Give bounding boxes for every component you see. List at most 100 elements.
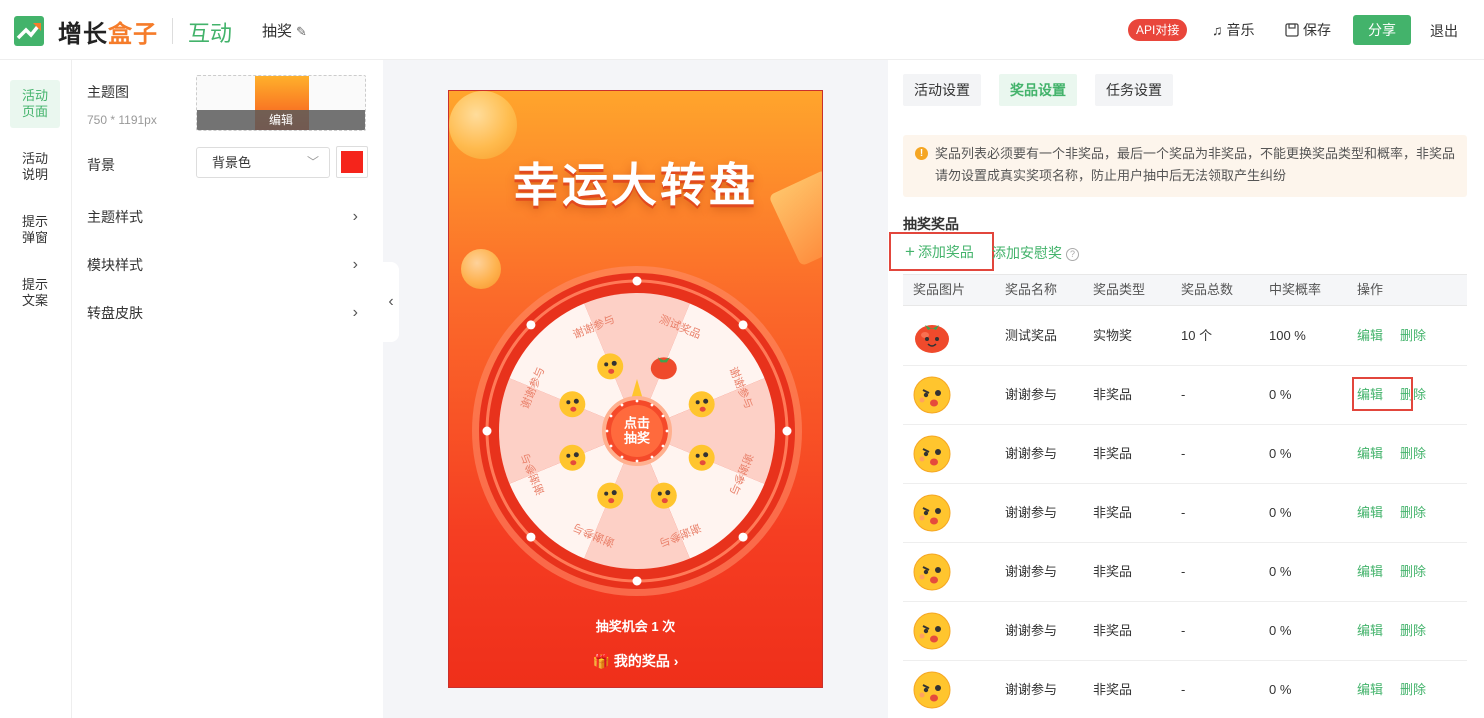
add-prize-button[interactable]: + 添加奖品 <box>889 232 994 271</box>
emoji-face-icon <box>650 482 677 509</box>
theme-image-label: 主题图 <box>87 84 129 100</box>
plus-icon: + <box>905 242 915 261</box>
help-icon[interactable]: ? <box>1066 248 1079 261</box>
prize-total: - <box>1181 387 1186 402</box>
delete-button[interactable]: 删除 <box>1400 543 1426 601</box>
wheel-light <box>632 576 642 586</box>
music-button[interactable]: ♫ 音乐 <box>1212 20 1255 40</box>
wheel-skin-row[interactable]: 转盘皮肤 › <box>72 289 368 337</box>
notice-box: ! 奖品列表必须要有一个非奖品，最后一个奖品为非奖品，不能更换奖品类型和概率，非… <box>903 135 1467 197</box>
prize-name: 谢谢参与 <box>1005 387 1058 402</box>
tab-prize-settings[interactable]: 奖品设置 <box>999 74 1077 106</box>
emoji-eye <box>604 362 609 367</box>
center-button-light <box>635 399 639 403</box>
tomato-prize-icon <box>913 317 951 355</box>
api-badge[interactable]: API对接 <box>1128 19 1188 41</box>
delete-button[interactable]: 删除 <box>1400 307 1426 365</box>
edit-button[interactable]: 编辑 <box>1357 425 1383 483</box>
edit-button[interactable]: 编辑 <box>1357 307 1383 365</box>
theme-image-uploader[interactable]: 编辑 <box>196 75 366 131</box>
emoji-face-icon <box>559 391 586 418</box>
center-button-light <box>609 414 613 418</box>
add-consolation-button[interactable]: 添加安慰奖? <box>992 243 1079 263</box>
prize-rate: 0 % <box>1269 623 1292 638</box>
nav-activity-page[interactable]: 活动 页面 <box>10 80 60 128</box>
module-style-row[interactable]: 模块样式 › <box>72 241 368 289</box>
center-button-light <box>650 455 654 459</box>
prize-name: 谢谢参与 <box>1005 505 1058 520</box>
center-button-light <box>665 429 669 433</box>
col-type: 奖品类型 <box>1093 282 1146 297</box>
warning-icon: ! <box>915 147 928 160</box>
emoji-eye <box>573 452 579 458</box>
emoji-eye <box>566 453 571 458</box>
edit-highlight <box>1352 377 1413 411</box>
save-button[interactable]: 保存 <box>1285 20 1331 40</box>
col-image: 奖品图片 <box>913 282 966 297</box>
music-note-icon: ♫ <box>1212 22 1223 38</box>
emoji-face-icon <box>597 353 624 380</box>
tab-activity-settings[interactable]: 活动设置 <box>903 74 981 106</box>
phone-preview: 幸运大转盘 测试奖品 谢谢参与 谢谢参与 谢谢参与 谢谢参与 谢谢参与 谢谢参与 谢谢参与 点击… <box>448 90 823 688</box>
wheel-title: 幸运大转盘 <box>513 159 758 211</box>
lottery-wheel[interactable]: 测试奖品谢谢参与谢谢参与谢谢参与谢谢参与谢谢参与谢谢参与谢谢参与点击抽奖 <box>472 266 802 596</box>
share-button[interactable]: 分享 <box>1353 15 1411 45</box>
center-button-light <box>661 444 665 448</box>
edit-button[interactable]: 编辑 <box>1357 543 1383 601</box>
edit-button[interactable]: 编辑 <box>1357 602 1383 660</box>
delete-button[interactable]: 删除 <box>1400 661 1426 718</box>
background-color-picker[interactable] <box>336 146 368 178</box>
tab-task-settings[interactable]: 任务设置 <box>1095 74 1173 106</box>
edit-button[interactable]: 编辑 <box>1357 484 1383 542</box>
color-swatch-fill <box>341 151 363 173</box>
chevron-left-icon: ‹ <box>388 293 394 310</box>
emoji-face-icon <box>913 376 951 414</box>
theme-style-row[interactable]: 主题样式 › <box>72 193 368 241</box>
delete-button[interactable]: 删除 <box>1400 484 1426 542</box>
emoji-mouth <box>699 460 706 466</box>
prize-type: 非奖品 <box>1093 623 1133 638</box>
emoji-face-icon <box>688 444 715 471</box>
my-prize-link[interactable]: 🎁 我的奖品 › <box>449 651 822 671</box>
table-row: 谢谢参与 非奖品 - 0 % 编辑 删除 <box>903 425 1467 484</box>
background-select[interactable]: 背景色 ﹀ <box>196 147 330 178</box>
nav-tip-copy[interactable]: 提示 文案 <box>10 269 60 317</box>
theme-image-size: 750 * 1191px <box>87 113 157 127</box>
center-button-light <box>609 444 613 448</box>
emoji-eye <box>703 452 709 458</box>
wheel-light <box>738 532 748 542</box>
wheel-light <box>782 426 792 436</box>
prize-name: 谢谢参与 <box>1005 564 1058 579</box>
activity-name[interactable]: 抽奖 ✎ <box>262 20 307 41</box>
edit-pencil-icon[interactable]: ✎ <box>296 24 307 39</box>
prize-type: 非奖品 <box>1093 682 1133 697</box>
delete-button[interactable]: 删除 <box>1400 425 1426 483</box>
edit-button[interactable]: 编辑 <box>1357 661 1383 718</box>
delete-button[interactable]: 删除 <box>1400 602 1426 660</box>
emoji-face-icon <box>913 435 951 473</box>
prize-total: 10 个 <box>1181 328 1213 343</box>
emoji-eye <box>604 491 609 496</box>
nav-tip-popup[interactable]: 提示 弹窗 <box>10 206 60 254</box>
emoji-mouth <box>570 460 577 466</box>
prize-type: 非奖品 <box>1093 564 1133 579</box>
nav-activity-desc[interactable]: 活动 说明 <box>10 143 60 191</box>
chevron-right-icon: › <box>352 304 358 321</box>
logout-link[interactable]: 退出 <box>1430 21 1458 41</box>
collapse-panel-button[interactable]: ‹ <box>383 262 399 342</box>
prize-rate: 100 % <box>1269 328 1306 343</box>
module-name: 互动 <box>188 21 233 46</box>
emoji-eye <box>695 453 700 458</box>
prize-rate: 0 % <box>1269 505 1292 520</box>
wheel-light <box>526 532 536 542</box>
wheel-light <box>482 426 492 436</box>
settings-panel: 主题图 750 * 1191px 编辑 背景 背景色 ﹀ 主题样式 › 模块样式 › … <box>72 60 383 718</box>
center-button-light <box>620 455 624 459</box>
col-name: 奖品名称 <box>1005 282 1058 297</box>
section-title: 抽奖奖品 <box>903 216 959 232</box>
emoji-face-icon <box>597 482 624 509</box>
center-button-label: 抽奖 <box>624 430 651 445</box>
theme-image-edit[interactable]: 编辑 <box>197 110 365 130</box>
logo-text: 增长盒子 <box>58 21 158 48</box>
prize-type: 非奖品 <box>1093 505 1133 520</box>
